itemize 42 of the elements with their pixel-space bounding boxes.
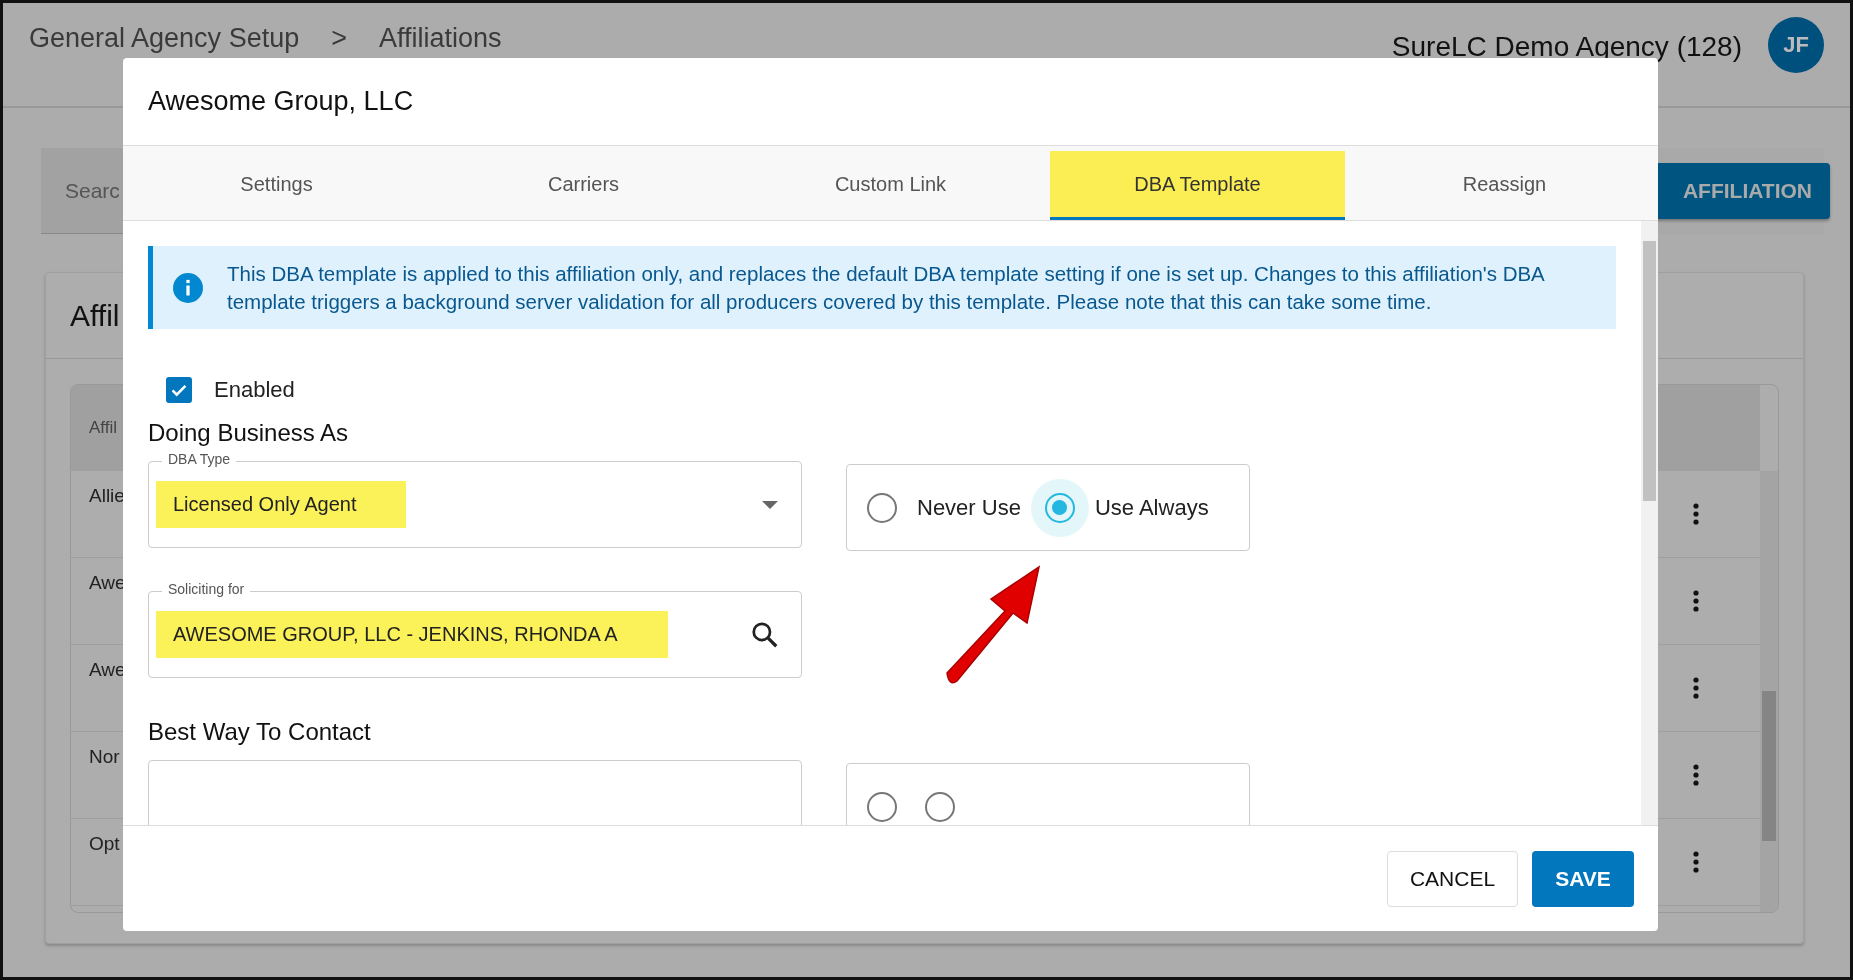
- info-icon: [173, 272, 203, 303]
- table-cell-text: Nor: [89, 745, 120, 768]
- search-icon[interactable]: [750, 619, 780, 650]
- table-cell-text: Allie: [89, 484, 125, 507]
- scrollbar[interactable]: [1760, 471, 1778, 912]
- radio-button[interactable]: [867, 492, 897, 523]
- info-text: This DBA template is applied to this affiliation only, and replaces the default DBA template setting if one is set up. Changes to this affiliation's DBA template triggers a background server validation for all producers covered by this template. Please note that this can take some time.: [227, 261, 1546, 315]
- section-title: Doing Business As: [148, 419, 350, 448]
- column-header[interactable]: Affil: [89, 418, 118, 438]
- section-title: Best Way To Contact: [148, 718, 372, 747]
- radio-label: Use Always: [1094, 494, 1209, 521]
- field-label: DBA Type: [162, 451, 236, 468]
- field-value: AWESOME GROUP, LLC - JENKINS, RHONDA A: [156, 611, 668, 659]
- radio-button[interactable]: [1044, 492, 1075, 523]
- tab[interactable]: Settings: [129, 151, 424, 220]
- user-avatar[interactable]: JF: [1768, 17, 1824, 73]
- tab[interactable]: Custom Link: [743, 151, 1038, 220]
- field-label: Soliciting for: [162, 581, 251, 598]
- tab[interactable]: DBA Template: [1050, 151, 1345, 220]
- radio-button[interactable]: [925, 791, 955, 822]
- card-title: Affil: [70, 298, 120, 333]
- tab[interactable]: Reassign: [1357, 151, 1652, 220]
- cancel-button[interactable]: CANCEL: [1387, 850, 1518, 907]
- more-options-icon[interactable]: [1692, 502, 1700, 526]
- dialog-title: Awesome Group, LLC: [148, 86, 414, 117]
- dropdown-caret-icon[interactable]: [762, 500, 778, 509]
- tab[interactable]: Carriers: [436, 151, 731, 220]
- field-value: Licensed Only Agent: [156, 481, 407, 529]
- more-options-icon[interactable]: [1692, 763, 1700, 787]
- checkbox-label: Enabled: [214, 377, 295, 404]
- breadcrumb-item[interactable]: General Agency Setup: [29, 23, 300, 54]
- radio-label: Never Use: [917, 494, 1021, 521]
- scrollbar[interactable]: [1641, 221, 1658, 825]
- table-cell-text: Opt: [89, 832, 120, 855]
- save-button[interactable]: SAVE: [1532, 850, 1634, 907]
- breadcrumb-item: Affiliations: [378, 23, 502, 54]
- more-options-icon[interactable]: [1692, 850, 1700, 874]
- breadcrumb-separator: >: [331, 23, 347, 54]
- more-options-icon[interactable]: [1692, 676, 1700, 700]
- more-options-icon[interactable]: [1692, 589, 1700, 613]
- enabled-checkbox[interactable]: [166, 377, 192, 404]
- radio-button[interactable]: [867, 791, 897, 822]
